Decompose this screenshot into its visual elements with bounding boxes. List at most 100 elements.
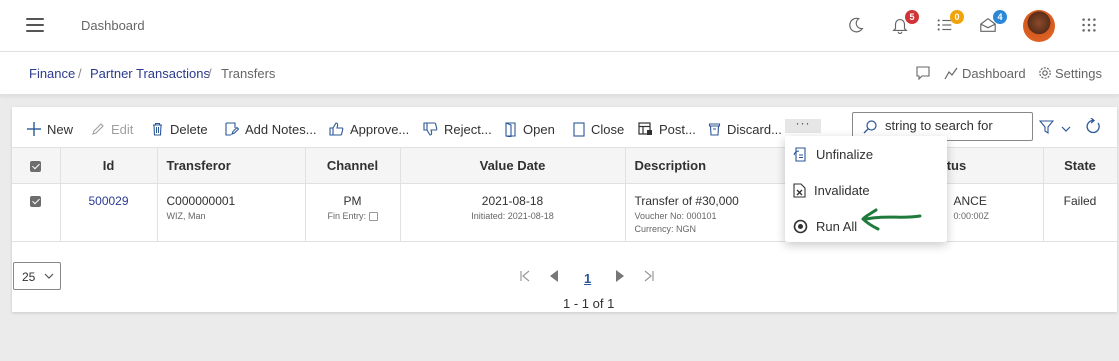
messages-badge: 4	[993, 10, 1007, 24]
close-button-label: Close	[591, 121, 625, 137]
delete-button[interactable]: Delete	[151, 120, 208, 138]
fin-entry-checkbox[interactable]	[368, 212, 378, 222]
breadcrumb-bar: Finance / Partner Transactions / Transfe…	[0, 52, 1119, 95]
new-button[interactable]: New	[27, 120, 73, 138]
notifications-bell-icon[interactable]: 5	[891, 10, 919, 36]
post-button-label: Post...	[659, 121, 696, 137]
invalidate-document-icon	[793, 182, 806, 198]
edit-button-label: Edit	[111, 121, 134, 137]
tasks-badge: 0	[950, 10, 964, 24]
discard-button[interactable]: Discard...	[708, 120, 782, 138]
page-size-value: 25	[22, 270, 36, 284]
settings-link[interactable]: Settings	[1055, 66, 1102, 81]
chevron-down-icon	[44, 273, 54, 279]
column-header-channel[interactable]: Channel	[305, 147, 401, 184]
first-page-icon[interactable]	[519, 270, 531, 285]
new-button-label: New	[47, 121, 74, 137]
transferor-code: C000000001	[166, 194, 236, 208]
top-bar: Dashboard 5 0 4	[0, 0, 1119, 52]
current-page-link[interactable]: 1	[584, 271, 591, 286]
breadcrumb-finance[interactable]: Finance	[29, 66, 75, 81]
menu-item-run-all[interactable]: Run All	[793, 216, 857, 236]
annotation-arrow-icon	[861, 208, 922, 231]
menu-item-unfinalize-label: Unfinalize	[816, 146, 874, 162]
delete-button-label: Delete	[170, 121, 208, 137]
channel-cell: PM Fin Entry:	[305, 183, 401, 242]
status-value: ANCE	[953, 194, 987, 208]
notifications-badge: 5	[905, 10, 919, 24]
tasks-list-icon[interactable]: 0	[936, 10, 964, 36]
last-page-icon[interactable]	[643, 270, 655, 285]
page-size-select[interactable]: 25	[13, 262, 61, 290]
initiated-date: Initiated: 2021-08-18	[471, 211, 554, 221]
column-header-id[interactable]: Id	[60, 147, 158, 184]
user-avatar[interactable]	[1023, 10, 1055, 42]
table-header-row: Id Transferor Channel Value Date Descrip…	[12, 147, 1118, 184]
filter-funnel-icon[interactable]	[1038, 120, 1055, 137]
add-notes-button[interactable]: Add Notes...	[225, 120, 317, 138]
column-header-value-date[interactable]: Value Date	[400, 147, 626, 184]
add-notes-button-label: Add Notes...	[245, 121, 317, 137]
page-count-text: 1 - 1 of 1	[563, 296, 615, 311]
menu-item-unfinalize[interactable]: Unfinalize	[793, 144, 873, 164]
app-title: Dashboard	[81, 18, 145, 33]
settings-gear-icon	[1038, 66, 1052, 83]
column-header-transferor[interactable]: Transferor	[157, 147, 306, 184]
post-button[interactable]: Post...	[638, 120, 696, 138]
column-header-state[interactable]: State	[1043, 147, 1118, 184]
open-door-icon	[505, 121, 516, 137]
state-cell: Failed	[1043, 183, 1118, 242]
approve-button-label: Approve...	[350, 121, 410, 137]
transferor-name: WIZ, Man	[166, 211, 206, 221]
approve-button[interactable]: Approve...	[329, 120, 409, 138]
filter-chevron-down-icon[interactable]	[1061, 121, 1071, 136]
close-button[interactable]: Close	[573, 120, 624, 138]
post-ledger-icon	[638, 122, 652, 135]
comment-icon[interactable]	[915, 65, 931, 84]
dashboard-link[interactable]: Dashboard	[962, 66, 1026, 81]
discard-bin-icon	[708, 123, 721, 136]
reject-button[interactable]: Reject...	[423, 120, 492, 138]
select-all-header[interactable]	[12, 147, 61, 184]
refresh-icon[interactable]	[1085, 117, 1101, 138]
hamburger-menu-icon[interactable]	[26, 18, 44, 32]
channel-value: PM	[343, 194, 362, 208]
menu-item-invalidate[interactable]: Invalidate	[793, 180, 870, 200]
dark-mode-moon-icon[interactable]	[847, 16, 867, 36]
thumbs-up-icon	[329, 122, 344, 136]
transfers-table: Id Transferor Channel Value Date Descrip…	[12, 147, 1118, 242]
app-launcher-grid-icon[interactable]	[1080, 16, 1100, 36]
menu-item-invalidate-label: Invalidate	[814, 182, 870, 198]
menu-item-run-all-label: Run All	[816, 218, 858, 234]
open-button[interactable]: Open	[504, 120, 555, 138]
messages-envelope-icon[interactable]: 4	[979, 10, 1007, 36]
previous-page-icon[interactable]	[549, 270, 559, 285]
transferor-cell: C000000001 WIZ, Man	[157, 183, 306, 242]
pencil-icon	[92, 123, 104, 135]
value-date: 2021-08-18	[481, 194, 544, 208]
row-select-cell[interactable]	[12, 183, 61, 242]
state-value: Failed	[1063, 194, 1097, 208]
more-actions-button[interactable]: ···	[785, 117, 821, 133]
fin-entry-label: Fin Entry:	[327, 211, 366, 221]
breadcrumb-transfers: Transfers	[221, 66, 276, 81]
id-cell[interactable]: 500029	[60, 183, 158, 242]
table-row[interactable]: 500029 C000000001 WIZ, Man PM Fin Entry:…	[12, 183, 1118, 242]
row-checkbox[interactable]	[30, 196, 42, 208]
select-all-checkbox[interactable]	[30, 161, 42, 173]
search-input[interactable]	[885, 118, 1025, 133]
reject-button-label: Reject...	[444, 121, 492, 137]
closed-door-icon	[573, 121, 585, 137]
discard-button-label: Discard...	[727, 121, 782, 137]
search-icon	[863, 120, 877, 134]
plus-icon	[27, 122, 41, 136]
value-date-cell: 2021-08-18 Initiated: 2021-08-18	[400, 183, 626, 242]
breadcrumb-separator: /	[78, 66, 82, 81]
edit-button[interactable]: Edit	[91, 120, 133, 138]
trash-icon	[153, 122, 162, 136]
id-link[interactable]: 500029	[88, 194, 128, 208]
note-edit-icon	[225, 122, 239, 136]
next-page-icon[interactable]	[615, 270, 625, 285]
open-button-label: Open	[523, 121, 555, 137]
breadcrumb-partner-transactions[interactable]: Partner Transactions	[90, 66, 210, 81]
